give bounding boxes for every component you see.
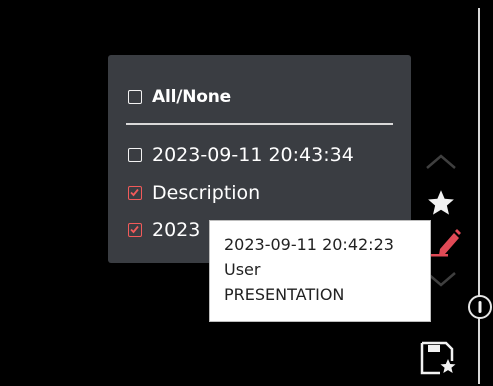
filter-item-label: 2023 — [152, 219, 201, 241]
slider-handle-icon[interactable] — [466, 290, 493, 325]
tooltip-author: User — [224, 260, 261, 279]
vertical-track — [478, 8, 480, 384]
star-icon[interactable] — [426, 188, 456, 218]
chevron-up-icon[interactable] — [424, 152, 458, 172]
filter-item-checkbox[interactable] — [128, 223, 142, 237]
filter-item-checkbox[interactable] — [128, 148, 142, 162]
filter-item-label: Description — [152, 182, 261, 204]
tooltip: 2023-09-11 20:42:23 User PRESENTATION — [209, 220, 431, 322]
filter-item-label: 2023-09-11 20:43:34 — [152, 144, 354, 166]
all-none-label: All/None — [152, 87, 231, 107]
all-none-checkbox[interactable] — [128, 90, 142, 104]
all-none-option[interactable]: All/None — [128, 85, 231, 109]
filter-item[interactable]: 2023 — [128, 218, 200, 242]
tooltip-timestamp: 2023-09-11 20:42:23 — [224, 235, 394, 254]
filter-item[interactable]: 2023-09-11 20:43:34 — [128, 143, 354, 167]
separator — [126, 123, 393, 125]
save-star-icon[interactable] — [420, 339, 458, 377]
filter-item[interactable]: Description — [128, 181, 260, 205]
screen: All/None 2023-09-11 20:43:34 Description… — [0, 0, 493, 386]
filter-item-checkbox[interactable] — [128, 186, 142, 200]
tooltip-type: PRESENTATION — [224, 285, 345, 304]
pencil-icon[interactable] — [428, 225, 462, 257]
